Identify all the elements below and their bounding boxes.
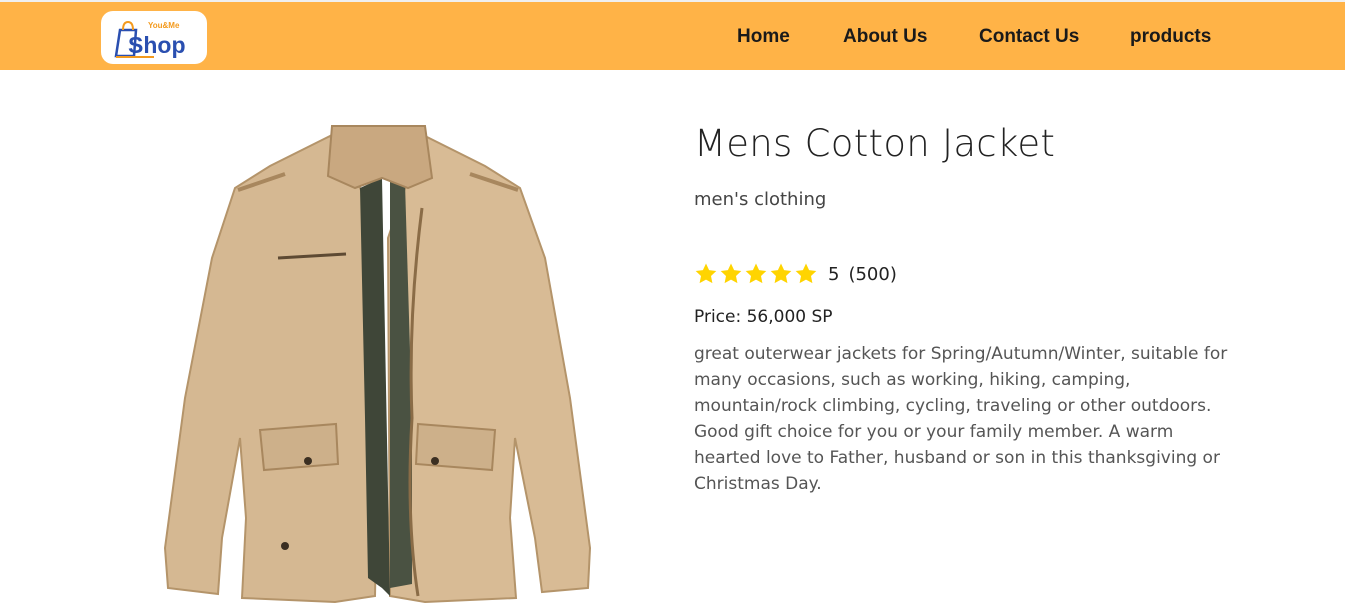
jacket-icon bbox=[163, 125, 592, 604]
star-icon bbox=[720, 263, 742, 284]
rating-value: 5 bbox=[828, 263, 840, 285]
rating-stars bbox=[694, 262, 818, 286]
nav-contact-link[interactable]: Contact Us bbox=[979, 26, 1079, 48]
main-nav: Home About Us Contact Us products bbox=[0, 2, 1345, 72]
product-title: Mens Cotton Jacket bbox=[694, 122, 1056, 165]
star-icon bbox=[745, 263, 767, 284]
nav-home-link[interactable]: Home bbox=[737, 26, 790, 48]
star-icon bbox=[795, 263, 817, 284]
jacket-image bbox=[150, 118, 610, 610]
navbar: You&Me Shop Home About Us Contact Us pro… bbox=[0, 0, 1345, 70]
nav-products-link[interactable]: products bbox=[1130, 26, 1211, 48]
product-description: great outerwear jackets for Spring/Autum… bbox=[694, 344, 1228, 494]
star-icon bbox=[770, 263, 792, 284]
rating-count: (500) bbox=[848, 263, 897, 285]
product-price: Price: 56,000 SP bbox=[694, 307, 833, 327]
product-rating: 5 (500) bbox=[694, 261, 897, 287]
nav-about-link[interactable]: About Us bbox=[843, 26, 927, 48]
product-category: men's clothing bbox=[694, 189, 827, 210]
star-icon bbox=[695, 263, 717, 284]
